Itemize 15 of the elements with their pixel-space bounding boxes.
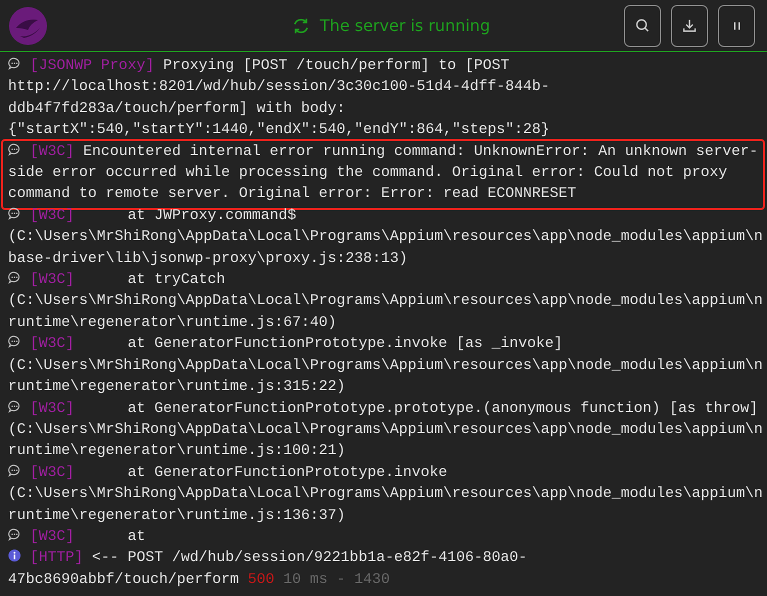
search-button[interactable] [624,4,661,46]
server-status: The server is running [320,16,490,35]
log-line: [W3C] at GeneratorFunctionPrototype.invoke [as _invoke] (C:\Users\MrShiRong\AppData\Local\Programs\Appium\resources\app\node_modules\appium\nruntime\regenerator\runtime.js:315:22) [8,334,764,398]
download-icon [682,18,697,33]
log-line: [HTTP] <-- POST /wd/hub/session/9221bb1a-e82f-4106-80a0-47bc8690abbf/touch/perform 500 10 ms - 1430 [8,548,528,590]
download-button[interactable] [671,4,708,46]
pause-button[interactable] [718,4,755,46]
log-line: [W3C] at JWProxy.command$ (C:\Users\MrShiRong\AppData\Local\Programs\Appium\resources\app\node_modules\appium\nbase-driver\lib\jsonwp-proxy\proxy.js:238:13) [8,206,764,269]
log-line: [W3C] at tryCatch (C:\Users\MrShiRong\AppData\Local\Programs\Appium\resources\app\node_modules\appium\nruntime\regenerator\runtime.js:67:40) [8,270,764,333]
log-line: [W3C] at GeneratorFunctionPrototype.prototype.(anonymous function) [as throw] (C:\Users\MrShiRong\AppData\Local\Programs\Appium\resources\app\node_modules\appium\nruntime\regenerator\runtime.js:100:21) [8,398,764,462]
log-line: [W3C] at [8,526,765,548]
log-line: [W3C] at GeneratorFunctionPrototype.invoke (C:\Users\MrShiRong\AppData\Local\Programs\Appium\resources\app\node_modules\appium\nruntime\regenerator\runtime.js:136:37) [8,462,764,526]
logo-icon [8,6,48,46]
search-icon [635,18,650,33]
log-line: [JSONWP Proxy] Proxying [POST /touch/perform] to [POST http://localhost:8201/wd/hub/session/3c30c100-51d4-4dff-844b-ddb4f7fd283a/touch/perform] with body: {"startX":540,"startY":1440,"endX":540,"endY":864,"steps":28} [8,56,551,140]
